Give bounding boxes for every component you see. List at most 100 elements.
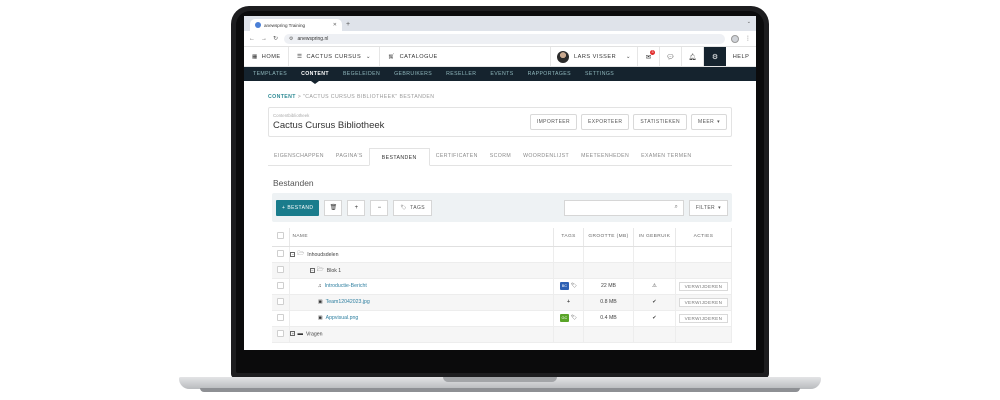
file-size: 0.8 MB (583, 294, 634, 311)
file-name-link[interactable]: Appvisual.png (326, 315, 359, 321)
user-menu[interactable]: LARS VISSER ⌄ (550, 47, 638, 66)
column-header-size[interactable]: GROOTTE (MB) (583, 228, 634, 247)
reload-icon[interactable]: ↻ (273, 35, 278, 42)
browser-menu-icon[interactable]: ⋮ (745, 35, 751, 42)
file-name-link[interactable]: Introductie-Bericht (325, 283, 367, 289)
tag-chip[interactable]: BC (559, 282, 569, 290)
laptop-thumb-notch (443, 377, 557, 382)
filter-button[interactable]: FILTER ▾ (688, 199, 728, 216)
row-checkbox[interactable] (277, 329, 285, 337)
chat-button[interactable]: 💬︎ (660, 47, 682, 66)
breadcrumb-current: "CACTUS CURSUS BIBLIOTHEEK" BESTANDEN (303, 94, 435, 100)
messages-button[interactable]: ✉ 3 (638, 47, 660, 66)
tab-paginas[interactable]: PAGINA'S (330, 147, 369, 165)
home-button[interactable]: ▦ HOME (244, 47, 289, 66)
expand-toggle[interactable]: + (290, 331, 296, 337)
address-bar[interactable]: ⚙ anewspring.nl (284, 33, 725, 44)
back-icon[interactable]: ← (249, 36, 255, 42)
tab-scorm[interactable]: SCORM (484, 147, 517, 165)
sub-navigation: TEMPLATES CONTENT BEGELEIDEN GEBRUIKERS … (244, 67, 756, 84)
tab-eigenschappen[interactable]: EIGENSCHAPPEN (268, 147, 330, 165)
warning-icon: ⚠ (652, 283, 657, 289)
collapse-all-button[interactable]: − (370, 199, 389, 216)
delete-button[interactable]: 🗑︎ (324, 199, 343, 216)
add-file-button[interactable]: + BESTAND (276, 199, 320, 216)
search-input[interactable]: ⌕ (563, 199, 684, 216)
row-checkbox[interactable] (277, 281, 285, 289)
row-checkbox[interactable] (277, 265, 285, 273)
expand-all-button[interactable]: + (347, 199, 366, 216)
row-checkbox[interactable] (277, 313, 285, 321)
folder-name[interactable]: Vragen (306, 331, 323, 337)
settings-button[interactable]: ⚙ (704, 47, 726, 66)
browser-tab[interactable]: anewspring Training ✕ (250, 19, 342, 31)
subnav-gebruikers[interactable]: GEBRUIKERS (387, 67, 439, 81)
close-tab-icon[interactable]: ✕ (333, 22, 337, 28)
subnav-begeleiden[interactable]: BEGELEIDEN (336, 67, 387, 81)
file-name-link[interactable]: Team12042023.jpg (326, 299, 370, 305)
caret-down-icon: ▾ (717, 119, 720, 125)
browser-tab-strip: anewspring Training ✕ + ⌄ (244, 16, 756, 31)
remove-button[interactable]: VERWIJDEREN (678, 281, 729, 291)
file-size: 22 MB (583, 278, 634, 295)
profile-icon[interactable] (731, 34, 739, 43)
catalogue-button[interactable]: 🛒︎ CATALOGUE (380, 47, 440, 66)
subnav-content[interactable]: CONTENT (294, 67, 336, 84)
minus-icon: − (377, 204, 382, 211)
subnav-rapportages[interactable]: RAPPORTAGES (521, 67, 578, 81)
statistics-button[interactable]: STATISTIEKEN (633, 114, 688, 130)
add-tag-icon[interactable]: + (567, 299, 570, 305)
page-content: CONTENT > "CACTUS CURSUS BIBLIOTHEEK" BE… (244, 94, 756, 343)
catalogue-label: CATALOGUE (399, 53, 438, 60)
table-row: ▣ Team12042023.jpg + 0.8 MB ✔ VERWIJDEREN (272, 294, 733, 311)
table-row: + ▬ Vragen (272, 326, 733, 343)
forward-icon[interactable]: → (261, 36, 267, 42)
folder-open-icon: 🗁 (316, 266, 324, 273)
subnav-settings[interactable]: SETTINGS (578, 67, 621, 81)
tab-examen-termen[interactable]: EXAMEN TERMEN (635, 147, 697, 165)
tag-icon[interactable]: 🏷︎ (571, 315, 577, 321)
app-header: ▦ HOME ☰ CACTUS CURSUS ⌄ 🛒︎ CATALOGUE LA… (244, 47, 756, 67)
remove-button[interactable]: VERWIJDEREN (678, 297, 729, 307)
subnav-templates[interactable]: TEMPLATES (246, 67, 294, 81)
breadcrumb-root[interactable]: CONTENT (268, 94, 296, 100)
row-checkbox[interactable] (277, 297, 285, 305)
collapse-toggle[interactable]: − (290, 251, 296, 257)
export-button[interactable]: EXPORTEER (581, 114, 630, 130)
plus-icon: + (354, 204, 359, 211)
course-selector[interactable]: ☰ CACTUS CURSUS ⌄ (289, 47, 380, 66)
folder-name[interactable]: Inhoudsdelen (307, 251, 338, 257)
column-header-tags[interactable]: TAGS (553, 228, 585, 247)
tags-label: TAGS (410, 204, 425, 211)
row-checkbox[interactable] (277, 249, 285, 257)
new-tab-icon[interactable]: + (346, 19, 350, 31)
tab-certificaten[interactable]: CERTIFICATEN (430, 147, 484, 165)
tags-button[interactable]: 🏷︎ TAGS (393, 199, 432, 216)
column-header-in-use[interactable]: IN GEBRUIK (633, 228, 676, 247)
tab-bestanden[interactable]: BESTANDEN (368, 148, 430, 166)
bell-button[interactable]: 🔔︎ (682, 47, 704, 66)
remove-button[interactable]: VERWIJDEREN (678, 313, 729, 323)
tab-woordenlijst[interactable]: WOORDENLIJST (517, 147, 575, 165)
import-button[interactable]: IMPORTEER (529, 114, 578, 130)
tab-meeteenheden[interactable]: MEETEENHEDEN (575, 147, 635, 165)
site-settings-icon[interactable]: ⚙ (289, 36, 293, 42)
library-tabs: EIGENSCHAPPEN PAGINA'S BESTANDEN CERTIFI… (268, 148, 732, 166)
tab-search-chevron-icon[interactable]: ⌄ (747, 19, 751, 25)
help-button[interactable]: HELP (726, 47, 756, 66)
tag-icon[interactable]: 🏷︎ (571, 283, 577, 289)
bell-icon: 🔔︎ (688, 53, 697, 61)
column-header-name[interactable]: NAME (289, 228, 555, 247)
laptop-stage: anewspring Training ✕ + ⌄ ← → ↻ ⚙ anewsp… (0, 0, 1000, 400)
select-all-checkbox[interactable] (277, 232, 285, 240)
more-button[interactable]: MEER ▾ (691, 114, 727, 130)
subnav-reseller[interactable]: RESELLER (439, 67, 483, 81)
tag-chip[interactable]: GC (559, 314, 569, 322)
course-label: CACTUS CURSUS (306, 53, 362, 60)
plus-icon: + (282, 204, 286, 211)
subnav-events[interactable]: EVENTS (483, 67, 520, 81)
page-title: Cactus Cursus Bibliotheek (273, 120, 385, 131)
user-name: LARS VISSER (574, 53, 617, 60)
collapse-toggle[interactable]: − (309, 267, 315, 273)
folder-name[interactable]: Blok 1 (327, 267, 341, 273)
